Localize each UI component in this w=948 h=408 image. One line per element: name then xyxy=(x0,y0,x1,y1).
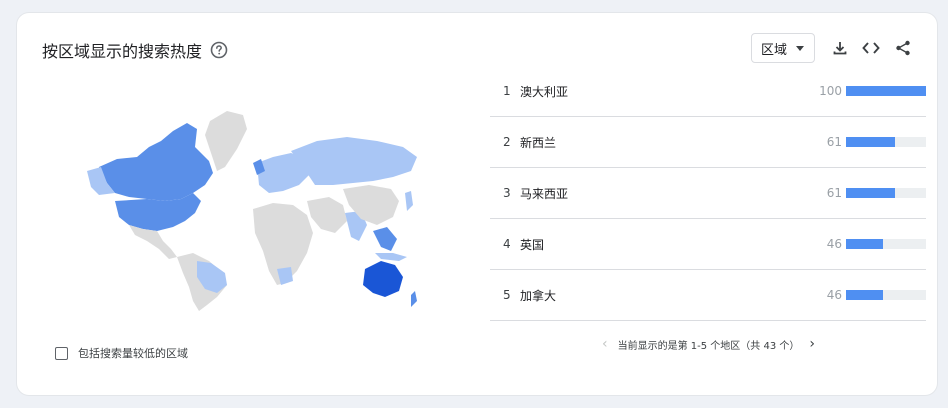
list-item[interactable]: 1 澳大利亚 100 xyxy=(490,66,926,117)
interest-by-region-card: 按区域显示的搜索热度 区域 包括搜索量较低的区域 1 澳大利亚 100 2 新西… xyxy=(17,13,937,395)
download-icon[interactable] xyxy=(829,37,851,59)
dropdown-caret-icon xyxy=(796,46,804,51)
list-item-bar-track xyxy=(846,239,926,249)
map-region-greenland xyxy=(205,111,247,171)
embed-code-icon[interactable] xyxy=(860,37,882,59)
list-item-name[interactable]: 加拿大 xyxy=(520,287,556,304)
list-item-score: 61 xyxy=(826,186,842,200)
help-icon[interactable] xyxy=(210,41,228,59)
list-item-bar xyxy=(846,137,895,147)
list-item-rank: 5 xyxy=(503,288,511,302)
list-item-name[interactable]: 马来西亚 xyxy=(520,185,568,202)
list-item-bar xyxy=(846,86,926,96)
list-item-name[interactable]: 澳大利亚 xyxy=(520,83,568,100)
card-title: 按区域显示的搜索热度 xyxy=(42,38,228,62)
pagination-label: 当前显示的是第 1-5 个地区（共 43 个） xyxy=(617,340,800,352)
list-item-score: 61 xyxy=(826,135,842,149)
list-item-bar-track xyxy=(846,290,926,300)
chevron-right-icon[interactable]: › xyxy=(809,336,815,352)
map-region-canada xyxy=(99,123,213,201)
map-region-middle-east xyxy=(307,197,347,233)
pagination: ‹ 当前显示的是第 1-5 个地区（共 43 个） › xyxy=(602,336,815,352)
chevron-left-icon[interactable]: ‹ xyxy=(602,336,608,352)
list-item-score: 100 xyxy=(819,84,842,98)
list-item-rank: 2 xyxy=(503,135,511,149)
region-ranking-list: 1 澳大利亚 100 2 新西兰 61 3 马来西亚 61 4 英国 46 5 … xyxy=(490,66,926,321)
list-item-bar xyxy=(846,188,895,198)
map-region-australia xyxy=(363,261,403,297)
list-item-bar xyxy=(846,239,883,249)
region-dropdown-value: 区域 xyxy=(761,42,788,58)
map-region-new-zealand xyxy=(411,291,417,307)
map-region-russia xyxy=(291,137,417,185)
list-item[interactable]: 4 英国 46 xyxy=(490,219,926,270)
region-dropdown[interactable]: 区域 xyxy=(751,33,815,63)
low-volume-checkbox-label: 包括搜索量较低的区域 xyxy=(78,347,188,360)
list-item[interactable]: 5 加拿大 46 xyxy=(490,270,926,321)
list-item-rank: 3 xyxy=(503,186,511,200)
card-title-text: 按区域显示的搜索热度 xyxy=(42,42,203,61)
map-region-japan xyxy=(405,191,413,211)
list-item[interactable]: 3 马来西亚 61 xyxy=(490,168,926,219)
list-item-bar-track xyxy=(846,188,926,198)
list-item-name[interactable]: 新西兰 xyxy=(520,134,556,151)
world-map xyxy=(87,111,417,311)
list-item-name[interactable]: 英国 xyxy=(520,236,544,253)
list-item-bar-track xyxy=(846,137,926,147)
low-volume-checkbox-row[interactable]: 包括搜索量较低的区域 xyxy=(55,345,188,361)
list-item-score: 46 xyxy=(826,237,842,251)
map-region-southeast-asia xyxy=(373,227,397,251)
list-item-bar xyxy=(846,290,883,300)
share-icon[interactable] xyxy=(892,37,914,59)
list-item-rank: 1 xyxy=(503,84,511,98)
low-volume-checkbox[interactable] xyxy=(55,346,68,360)
list-item-rank: 4 xyxy=(503,237,511,251)
list-item-score: 46 xyxy=(826,288,842,302)
list-item[interactable]: 2 新西兰 61 xyxy=(490,117,926,168)
map-region-indonesia xyxy=(375,253,407,261)
list-item-bar-track xyxy=(846,86,926,96)
